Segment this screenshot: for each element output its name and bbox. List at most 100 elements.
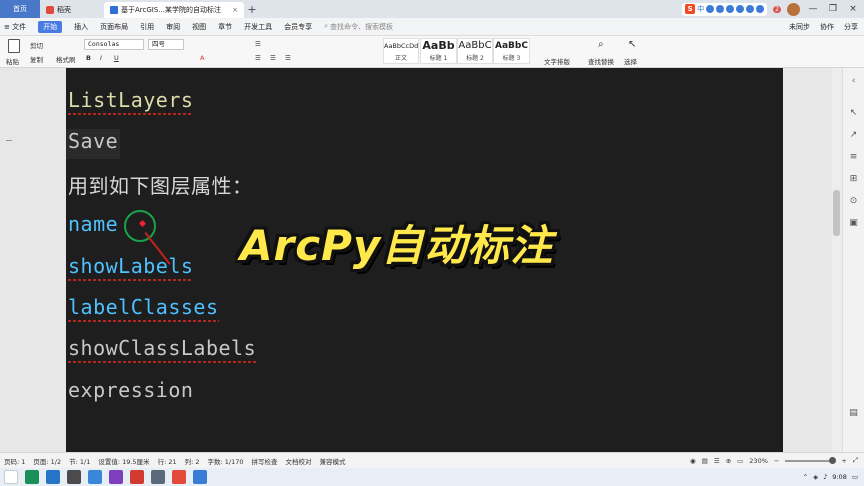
doc-line-showclasslabels[interactable]: showClassLabels: [68, 336, 257, 363]
sidebar-share-icon[interactable]: ⊙: [848, 196, 859, 207]
ime-mic-icon[interactable]: [726, 5, 735, 13]
tray-up-icon[interactable]: ⌃: [803, 473, 808, 481]
volume-icon[interactable]: ♪: [823, 473, 827, 481]
bullet-list-icon[interactable]: ☰: [255, 40, 261, 48]
network-icon[interactable]: ◈: [813, 473, 818, 481]
tab-document[interactable]: 基于ArcGIS...某学院的自动标注 ×: [104, 2, 244, 18]
ime-skin-icon[interactable]: [746, 5, 755, 13]
fit-page-icon[interactable]: ⤢: [853, 456, 858, 465]
align-left-icon[interactable]: ☰: [255, 54, 261, 62]
sidebar-settings-icon[interactable]: ≡: [848, 152, 859, 163]
style-heading-1[interactable]: AaBb 标题 1: [420, 38, 457, 64]
doc-line-labelclasses[interactable]: labelClasses: [68, 295, 219, 322]
doc-line-layer-props[interactable]: 用到如下图层属性：: [68, 170, 253, 199]
doc-line-name[interactable]: name: [68, 212, 118, 236]
notification-icon[interactable]: ▭: [852, 473, 858, 481]
doc-line-expression[interactable]: expression: [68, 378, 193, 402]
ime-punct-icon[interactable]: [716, 5, 725, 13]
zoom-in-button[interactable]: +: [841, 457, 846, 465]
zoom-out-button[interactable]: −: [774, 457, 779, 465]
menu-file[interactable]: ≡ 文件: [4, 22, 26, 32]
format-painter-button[interactable]: 格式刷: [56, 54, 76, 64]
start-button[interactable]: [4, 470, 18, 484]
menu-member[interactable]: 会员专享: [284, 22, 312, 32]
ime-mode-label[interactable]: 中: [697, 4, 704, 14]
share-button[interactable]: 分享: [844, 22, 858, 32]
tab-home[interactable]: 首页: [0, 0, 40, 18]
python-taskbar-icon[interactable]: [151, 470, 165, 484]
sidebar-image-icon[interactable]: ▣: [848, 218, 859, 229]
web-view-icon[interactable]: ⊕: [726, 457, 731, 465]
bold-button[interactable]: B: [86, 54, 91, 62]
zoom-slider-knob[interactable]: [829, 456, 837, 464]
collab-button[interactable]: 协作: [820, 22, 834, 32]
align-center-icon[interactable]: ☰: [270, 54, 276, 62]
menu-view[interactable]: 视图: [192, 22, 206, 32]
cut-button[interactable]: 剪切: [30, 40, 43, 50]
paste-button-label[interactable]: 粘贴: [6, 56, 19, 66]
unsync-button[interactable]: 未同步: [789, 22, 810, 32]
zoom-slider[interactable]: [785, 456, 837, 464]
tab-daoke[interactable]: 稻壳: [40, 2, 104, 18]
command-search[interactable]: ⌕ 查找命令、搜索模板: [324, 22, 393, 32]
app-taskbar-icon[interactable]: [193, 470, 207, 484]
sogou-ime-toolbar[interactable]: S 中: [682, 2, 768, 16]
doc-line-listlayers[interactable]: ListLayers: [68, 88, 194, 115]
sidebar-cursor-icon[interactable]: ↗: [848, 130, 859, 141]
arcmap-taskbar-icon[interactable]: [88, 470, 102, 484]
ime-tools-icon[interactable]: [756, 5, 765, 13]
outline-view-icon[interactable]: ☰: [714, 457, 720, 465]
spell-check-button[interactable]: 拼写检查: [252, 456, 278, 466]
ime-moon-icon[interactable]: [706, 5, 715, 13]
align-right-icon[interactable]: ☰: [285, 54, 291, 62]
sidebar-chevron-icon[interactable]: ‹: [848, 76, 859, 87]
status-pages[interactable]: 页面: 1/2: [33, 456, 61, 466]
select-button[interactable]: 选择: [624, 56, 637, 66]
font-name-select[interactable]: Consolas: [84, 39, 144, 50]
menu-page-layout[interactable]: 页面布局: [100, 22, 128, 32]
explorer-taskbar-icon[interactable]: [67, 470, 81, 484]
text-layout-button[interactable]: 文字排版: [544, 56, 570, 66]
menu-start[interactable]: 开始: [38, 20, 63, 33]
doc-line-save[interactable]: Save: [68, 129, 118, 153]
sidebar-bottom-icon[interactable]: ▤: [848, 408, 859, 419]
style-heading-3[interactable]: AaBbC 标题 3: [493, 38, 530, 64]
proofread-button[interactable]: 文档校对: [286, 456, 312, 466]
paste-icon[interactable]: [8, 39, 20, 53]
sidebar-adjust-icon[interactable]: ⊞: [848, 174, 859, 185]
menu-dev-tools[interactable]: 开发工具: [244, 22, 272, 32]
avatar[interactable]: [787, 2, 800, 16]
recorder-taskbar-icon[interactable]: [172, 470, 186, 484]
status-word-count[interactable]: 字数: 1/170: [208, 456, 244, 466]
copy-button[interactable]: 复制: [30, 54, 43, 64]
underline-button[interactable]: U: [114, 54, 119, 62]
italic-button[interactable]: I: [100, 54, 102, 62]
notification-badge[interactable]: 2: [773, 5, 781, 13]
menu-section[interactable]: 章节: [218, 22, 232, 32]
menu-insert[interactable]: 插入: [74, 22, 88, 32]
wps-writer-taskbar-icon[interactable]: [130, 470, 144, 484]
clock[interactable]: 9:08: [832, 473, 847, 481]
menu-review[interactable]: 审阅: [166, 22, 180, 32]
wps-taskbar-icon[interactable]: [25, 470, 39, 484]
close-window-button[interactable]: ×: [846, 4, 860, 14]
visual-studio-taskbar-icon[interactable]: [109, 470, 123, 484]
scrollbar-thumb[interactable]: [833, 190, 840, 236]
vertical-scrollbar[interactable]: [832, 68, 842, 452]
style-heading-2[interactable]: AaBbC 标题 2: [457, 38, 493, 64]
zoom-level[interactable]: 230%: [749, 457, 768, 465]
maximize-button[interactable]: ❐: [826, 4, 840, 14]
doc-line-showlabels[interactable]: showLabels: [68, 254, 194, 281]
page-view-icon[interactable]: ▤: [702, 457, 708, 465]
font-size-select[interactable]: 四号: [148, 39, 184, 50]
style-normal[interactable]: AaBbCcDd 正文: [383, 38, 419, 64]
ime-keyboard-icon[interactable]: [736, 5, 745, 13]
close-tab-icon[interactable]: ×: [232, 6, 238, 14]
read-view-icon[interactable]: ▭: [737, 457, 743, 465]
eye-protection-icon[interactable]: ◉: [690, 457, 696, 465]
menu-references[interactable]: 引用: [140, 22, 154, 32]
minimize-button[interactable]: —: [806, 4, 820, 14]
sidebar-select-icon[interactable]: ↖: [848, 108, 859, 119]
find-replace-button[interactable]: 查找替换: [588, 56, 614, 66]
font-color-button[interactable]: A: [200, 54, 204, 62]
